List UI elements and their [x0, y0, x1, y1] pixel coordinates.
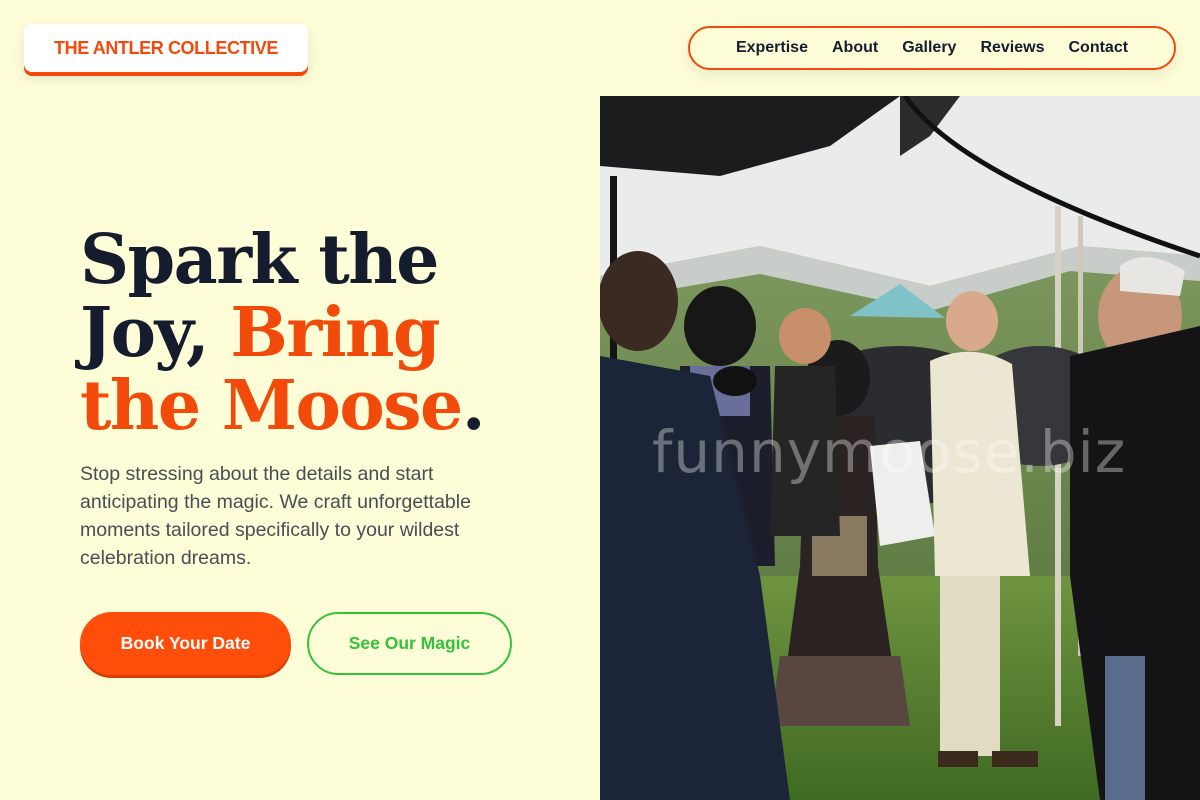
hero-subtext: Stop stressing about the details and sta…: [80, 463, 471, 569]
see-magic-button[interactable]: See Our Magic: [307, 612, 512, 675]
book-date-button[interactable]: Book Your Date: [80, 612, 291, 675]
nav-link-about[interactable]: About: [832, 39, 878, 57]
nav-link-gallery[interactable]: Gallery: [902, 39, 956, 57]
nav-link-reviews[interactable]: Reviews: [980, 39, 1044, 57]
main-nav: Expertise About Gallery Reviews Contact: [688, 26, 1176, 70]
photo-watermark: funnymoose.biz: [652, 418, 1127, 486]
brand-logo[interactable]: THE ANTLER COLLECTIVE: [24, 24, 308, 72]
nav-link-contact[interactable]: Contact: [1069, 39, 1129, 57]
nav-link-expertise[interactable]: Expertise: [736, 39, 808, 57]
logo-text: THE ANTLER COLLECTIVE: [54, 37, 278, 58]
headline-period: .: [461, 366, 486, 446]
hero-photo: funnymoose.biz: [600, 96, 1200, 800]
hero-headline: Spark the Joy, Bring the Moose.: [80, 224, 560, 443]
